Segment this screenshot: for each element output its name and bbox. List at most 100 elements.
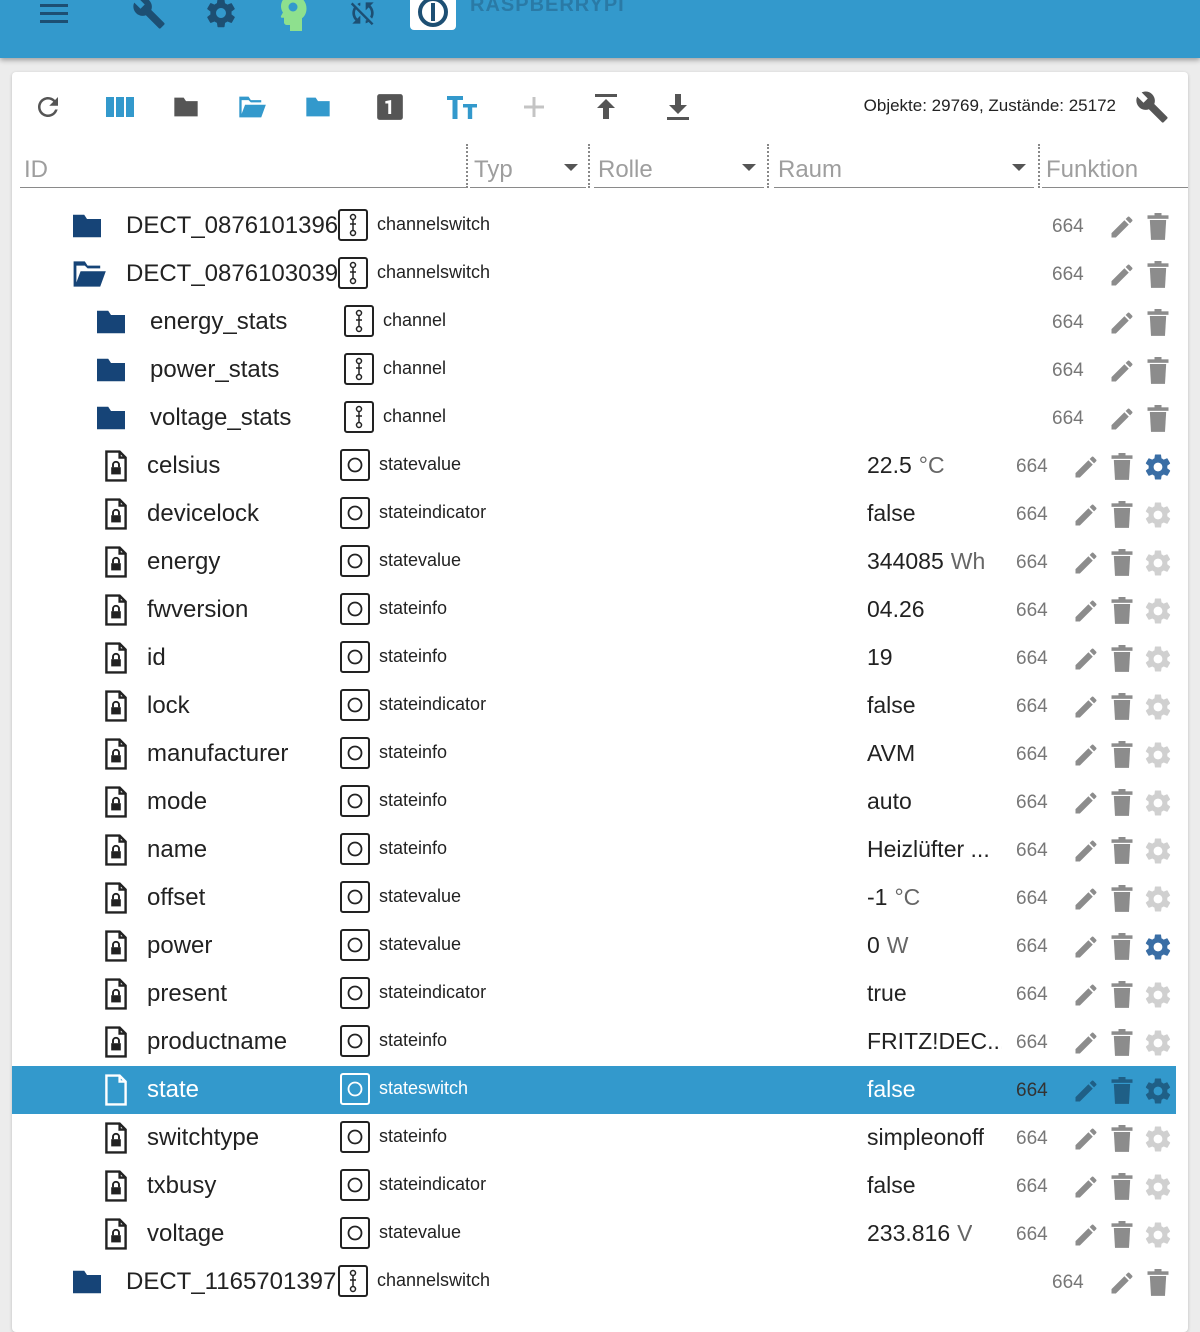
folder-icon[interactable] [298,87,338,127]
tree-row[interactable]: state stateswitch false 664 [12,1066,1176,1114]
tree-row[interactable]: energy_stats channel 664 [12,298,1176,346]
delete-icon[interactable] [1143,260,1173,290]
edit-icon[interactable] [1071,980,1101,1010]
settings-gear-icon[interactable] [1143,500,1173,530]
settings-gear-icon[interactable] [1143,1076,1173,1106]
tree-row[interactable]: power statevalue 0 W 664 [12,922,1176,970]
delete-icon[interactable] [1143,1268,1173,1298]
rolle-filter-select[interactable]: Rolle [594,144,764,188]
settings-gear-icon[interactable] [1143,596,1173,626]
plus-icon[interactable] [514,87,554,127]
tree-row[interactable]: mode stateinfo auto 664 [12,778,1176,826]
download-icon[interactable] [658,87,698,127]
edit-icon[interactable] [1071,1076,1101,1106]
settings-gear-icon[interactable] [1143,644,1173,674]
wrench-icon[interactable] [1132,87,1172,127]
tree-row[interactable]: celsius statevalue 22.5 °C 664 [12,442,1176,490]
state-value[interactable]: 19 [867,644,893,671]
refresh-icon[interactable] [28,87,68,127]
state-value[interactable]: AVM [867,740,915,767]
tree-row[interactable]: fwversion stateinfo 04.26 664 [12,586,1176,634]
delete-icon[interactable] [1107,1172,1137,1202]
folder-icon[interactable] [70,1268,104,1301]
edit-icon[interactable] [1107,1268,1137,1298]
settings-gear-icon[interactable] [1143,980,1173,1010]
edit-icon[interactable] [1071,740,1101,770]
state-value[interactable]: false [867,500,916,527]
tree-row[interactable]: voltage_stats channel 664 [12,394,1176,442]
settings-gear-icon[interactable] [1143,1172,1173,1202]
settings-gear-icon[interactable] [1143,884,1173,914]
delete-icon[interactable] [1107,884,1137,914]
settings-gear-icon[interactable] [1143,932,1173,962]
delete-icon[interactable] [1107,980,1137,1010]
state-value[interactable]: 344085 Wh [867,548,985,575]
tree-row[interactable]: switchtype stateinfo simpleonoff 664 [12,1114,1176,1162]
folder-icon[interactable] [166,87,206,127]
settings-gear-icon[interactable] [1143,548,1173,578]
tree-row[interactable]: manufacturer stateinfo AVM 664 [12,730,1176,778]
text-size-icon[interactable] [442,87,482,127]
number-one-icon[interactable] [370,87,410,127]
folder-open-icon[interactable] [70,260,108,293]
delete-icon[interactable] [1107,932,1137,962]
folder-open-icon[interactable] [232,87,272,127]
delete-icon[interactable] [1107,644,1137,674]
delete-icon[interactable] [1107,692,1137,722]
edit-icon[interactable] [1071,452,1101,482]
delete-icon[interactable] [1107,1220,1137,1250]
state-value[interactable]: 233.816 V [867,1220,972,1247]
tree-row[interactable]: DECT_0876103039 channelswitch 664 [12,250,1176,298]
funktion-filter-select[interactable]: Funktion [1042,144,1188,188]
state-value[interactable]: false [867,692,916,719]
folder-icon[interactable] [94,356,128,389]
state-value[interactable]: true [867,980,907,1007]
edit-icon[interactable] [1071,1172,1101,1202]
delete-icon[interactable] [1107,1076,1137,1106]
folder-icon[interactable] [94,308,128,341]
settings-gear-icon[interactable] [1143,1028,1173,1058]
delete-icon[interactable] [1143,212,1173,242]
column-separator[interactable] [767,144,769,188]
delete-icon[interactable] [1143,308,1173,338]
tree-row[interactable]: productname stateinfo FRITZ!DEC... 664 [12,1018,1176,1066]
typ-filter-select[interactable]: Typ [470,144,586,188]
tree-row[interactable]: DECT_1165701397 channelswitch 664 [12,1258,1176,1306]
state-value[interactable]: FRITZ!DEC... [867,1028,1002,1055]
tree-row[interactable]: txbusy stateindicator false 664 [12,1162,1176,1210]
delete-icon[interactable] [1107,836,1137,866]
state-value[interactable]: auto [867,788,912,815]
delete-icon[interactable] [1107,452,1137,482]
edit-icon[interactable] [1107,308,1137,338]
edit-icon[interactable] [1071,884,1101,914]
state-value[interactable]: 22.5 °C [867,452,945,479]
delete-icon[interactable] [1107,740,1137,770]
tree-row[interactable]: DECT_0876101396 channelswitch 664 [12,202,1176,250]
edit-icon[interactable] [1071,596,1101,626]
settings-gear-icon[interactable] [1143,740,1173,770]
edit-icon[interactable] [1071,500,1101,530]
delete-icon[interactable] [1107,548,1137,578]
settings-gear-icon[interactable] [1143,788,1173,818]
tree-row[interactable]: offset statevalue -1 °C 664 [12,874,1176,922]
upload-icon[interactable] [586,87,626,127]
state-value[interactable]: false [867,1172,916,1199]
state-value[interactable]: 04.26 [867,596,925,623]
edit-icon[interactable] [1071,788,1101,818]
delete-icon[interactable] [1107,596,1137,626]
settings-gear-icon[interactable] [1143,1124,1173,1154]
tree-row[interactable]: voltage statevalue 233.816 V 664 [12,1210,1176,1258]
delete-icon[interactable] [1107,1124,1137,1154]
column-separator[interactable] [1038,144,1040,188]
edit-icon[interactable] [1071,1220,1101,1250]
edit-icon[interactable] [1107,404,1137,434]
id-filter-input[interactable]: ID [20,144,468,188]
edit-icon[interactable] [1071,692,1101,722]
tree-row[interactable]: energy statevalue 344085 Wh 664 [12,538,1176,586]
tree-row[interactable]: lock stateindicator false 664 [12,682,1176,730]
head-icon[interactable] [274,0,312,32]
edit-icon[interactable] [1107,356,1137,386]
sync-disabled-icon[interactable] [344,0,382,32]
edit-icon[interactable] [1071,1124,1101,1154]
gear-icon[interactable] [202,0,240,32]
